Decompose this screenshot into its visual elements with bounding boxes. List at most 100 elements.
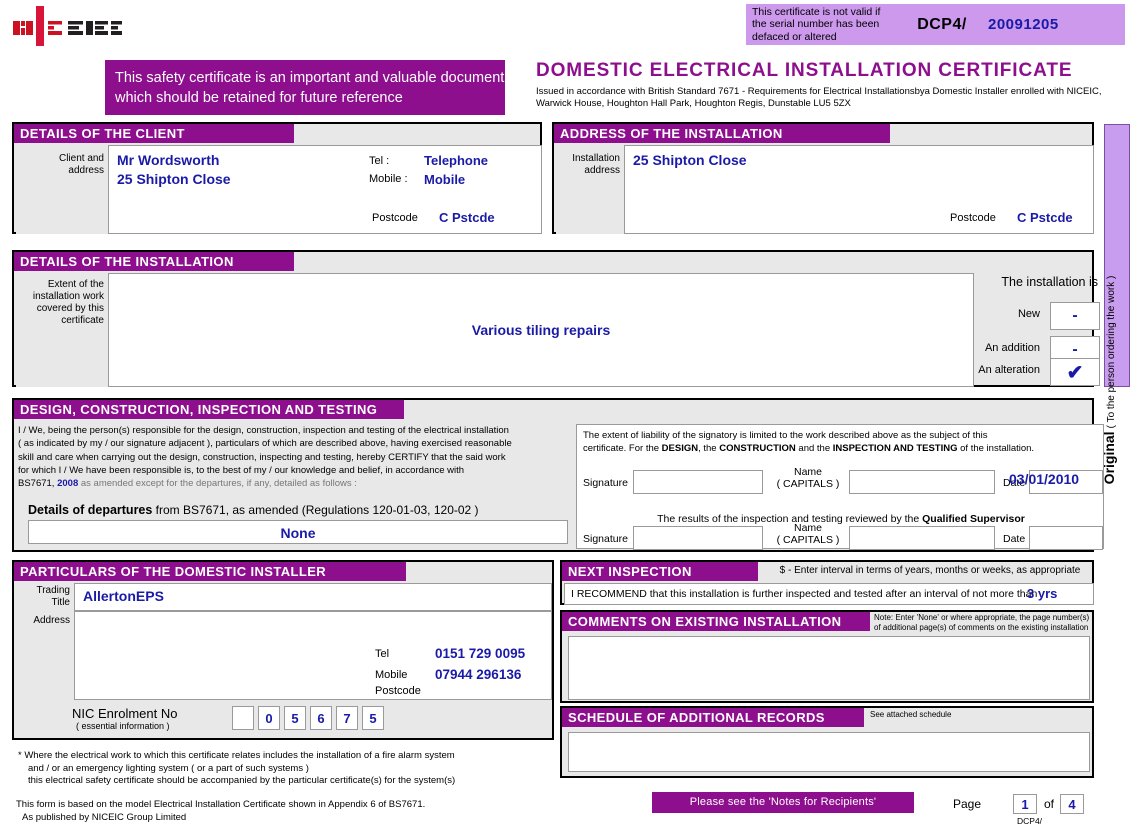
installation-side-label-line2: address: [584, 165, 620, 176]
nic-digit-3[interactable]: 6: [310, 706, 332, 730]
issued-statement: Issued in accordance with British Standa…: [536, 86, 1102, 109]
installation-type-alteration-label: An alteration: [978, 364, 1040, 376]
name-2-label-line2: ( CAPITALS ): [776, 533, 840, 546]
installation-address-side-label: Installation address: [556, 145, 624, 234]
certify-line-1: I / We, being the person(s) responsible …: [18, 425, 509, 436]
installation-postcode-value: C Pstcde: [1017, 210, 1073, 225]
name-2-label: Name ( CAPITALS ): [771, 522, 845, 546]
departures-value-field[interactable]: None: [28, 520, 568, 544]
serial-prefix: DCP4/: [917, 15, 967, 33]
client-fields[interactable]: Mr Wordsworth 25 Shipton Close Tel : Tel…: [108, 145, 542, 234]
installation-type-alteration-row: An alteration ✔: [976, 358, 1106, 388]
form-source-line2: As published by NICEIC Group Limited: [22, 812, 187, 823]
installation-type-new-label: New: [1017, 308, 1040, 320]
installation-address-fields[interactable]: 25 Shipton Close Postcode C Pstcde: [624, 145, 1094, 234]
next-inspection-field[interactable]: I RECOMMEND that this installation is fu…: [564, 583, 1094, 605]
installation-details-header: DETAILS OF THE INSTALLATION: [14, 252, 294, 271]
certify-line-5-post: as amended except for the departures, if…: [78, 478, 357, 490]
qs-note-bold: Qualified Supervisor: [922, 513, 1025, 525]
installation-postcode-label: Postcode: [950, 212, 996, 224]
liability-design-word: DESIGN: [661, 443, 699, 454]
trading-title-label: Trading Title: [16, 583, 74, 611]
form-source-footnote: This form is based on the model Electric…: [16, 798, 556, 824]
nic-digit-2[interactable]: 5: [284, 706, 306, 730]
nic-digit-4[interactable]: 7: [336, 706, 358, 730]
installation-extent-value: Various tiling repairs: [471, 322, 611, 338]
liability-statement: The extent of liability of the signatory…: [583, 429, 1099, 455]
trading-title-value: AllertonEPS: [83, 588, 164, 604]
date-2-label: Date: [1003, 533, 1026, 545]
installation-address-value: 25 Shipton Close: [633, 152, 747, 168]
next-inspection-text: I RECOMMEND that this installation is fu…: [571, 588, 1038, 600]
next-inspection-panel: NEXT INSPECTION $ - Enter interval in te…: [560, 560, 1094, 605]
name-1-label-line1: Name: [793, 466, 822, 478]
installer-particulars-header: PARTICULARS OF THE DOMESTIC INSTALLER: [14, 562, 406, 581]
certify-line-5-pre: BS7671,: [18, 478, 58, 490]
installation-details-panel: DETAILS OF THE INSTALLATION Extent of th…: [12, 250, 1100, 387]
nic-digit-0[interactable]: [232, 706, 254, 730]
client-side-label: Client and address: [16, 145, 108, 234]
installation-extent-field[interactable]: Various tiling repairs: [108, 273, 974, 387]
client-postcode-value: C Pstcde: [439, 210, 495, 225]
page-current-number: 1: [1013, 794, 1037, 814]
nic-digit-1[interactable]: 0: [258, 706, 280, 730]
date-2-field[interactable]: [1029, 526, 1103, 550]
installer-mobile-value: 07944 296136: [435, 667, 522, 682]
trading-title-field[interactable]: AllertonEPS: [74, 583, 552, 611]
design-construction-panel: DESIGN, CONSTRUCTION, INSPECTION AND TES…: [12, 398, 1104, 552]
signature-2-field[interactable]: [633, 526, 763, 550]
departures-label-row: Details of departures from BS7671, as am…: [28, 503, 568, 517]
form-source-line1: This form is based on the model Electric…: [16, 799, 426, 810]
client-details-panel: DETAILS OF THE CLIENT Client and address…: [12, 122, 542, 234]
fire-alarm-footnote-line1: * Where the electrical work to which thi…: [18, 750, 455, 761]
next-inspection-header: NEXT INSPECTION: [562, 562, 758, 581]
installation-type-alteration-checkbox[interactable]: ✔: [1050, 358, 1100, 386]
page-of-label: of: [1044, 797, 1055, 811]
serial-validity-note: This certificate is not valid if the ser…: [752, 5, 881, 43]
signature-2-label: Signature: [583, 533, 628, 545]
original-copy-strip: Original ( To the person ordering the wo…: [1101, 124, 1130, 484]
installation-type-addition-label: An addition: [984, 342, 1040, 354]
fire-alarm-footnote: * Where the electrical work to which thi…: [18, 750, 558, 788]
name-1-label-line2: ( CAPITALS ): [776, 477, 840, 490]
installer-mobile-label: Mobile: [375, 669, 408, 681]
safety-notice-banner: This safety certificate is an important …: [105, 60, 505, 115]
next-inspection-value: 3 yrs: [1027, 586, 1058, 601]
certify-statement: I / We, being the person(s) responsible …: [18, 424, 568, 502]
liability-inspection-word: INSPECTION AND TESTING: [832, 443, 958, 454]
client-side-label-line2: address: [68, 165, 104, 176]
client-details-body: Client and address Mr Wordsworth 25 Ship…: [16, 145, 542, 234]
signature-1-label: Signature: [583, 477, 628, 489]
comments-header: COMMENTS ON EXISTING INSTALLATION: [562, 612, 870, 631]
name-1-label: Name ( CAPITALS ): [771, 466, 845, 490]
installer-tel-value: 0151 729 0095: [435, 646, 526, 661]
installation-type-new-checkbox[interactable]: -: [1050, 302, 1100, 330]
installation-address-panel: ADDRESS OF THE INSTALLATION Installation…: [552, 122, 1094, 234]
departures-label-bold: Details of departures: [28, 503, 153, 517]
trading-title-label-line2: Title: [51, 597, 70, 608]
serial-number-box: This certificate is not valid if the ser…: [746, 4, 1125, 45]
notes-for-recipients-bar[interactable]: Please see the 'Notes for Recipients': [652, 792, 914, 813]
name-1-field[interactable]: [849, 470, 995, 494]
signature-row-2: Signature Name ( CAPITALS ) Date: [577, 522, 1105, 553]
niceic-logo-icon: [13, 6, 122, 46]
bs7671-year: 2008: [57, 478, 79, 490]
name-2-field[interactable]: [849, 526, 995, 550]
client-tel-label: Tel :: [369, 155, 390, 167]
schedule-field[interactable]: [568, 732, 1090, 772]
trading-title-label-line1: Trading: [36, 585, 70, 596]
client-postcode-label: Postcode: [372, 212, 418, 224]
installer-address-field[interactable]: Tel 0151 729 0095 Mobile 07944 296136 Po…: [74, 611, 552, 700]
client-name-value: Mr Wordsworth: [117, 152, 220, 168]
fire-alarm-footnote-line2: and / or an emergency lighting system ( …: [28, 762, 309, 774]
liability-line-1: The extent of liability of the signatory…: [583, 430, 988, 441]
certify-line-3: skill and care when carrying out the des…: [18, 451, 506, 463]
liability-2d: of the installation.: [957, 443, 1035, 454]
nic-enrolment-label: NIC Enrolment No: [72, 706, 178, 721]
comments-field[interactable]: [568, 636, 1090, 700]
nic-digit-5[interactable]: 5: [362, 706, 384, 730]
certify-line-5: BS7671, 2008 as amended except for the d…: [18, 477, 568, 490]
signature-1-field[interactable]: [633, 470, 763, 494]
serial-number: 20091205: [988, 16, 1059, 33]
departures-label-rest: from BS7671, as amended (Regulations 120…: [152, 503, 479, 517]
